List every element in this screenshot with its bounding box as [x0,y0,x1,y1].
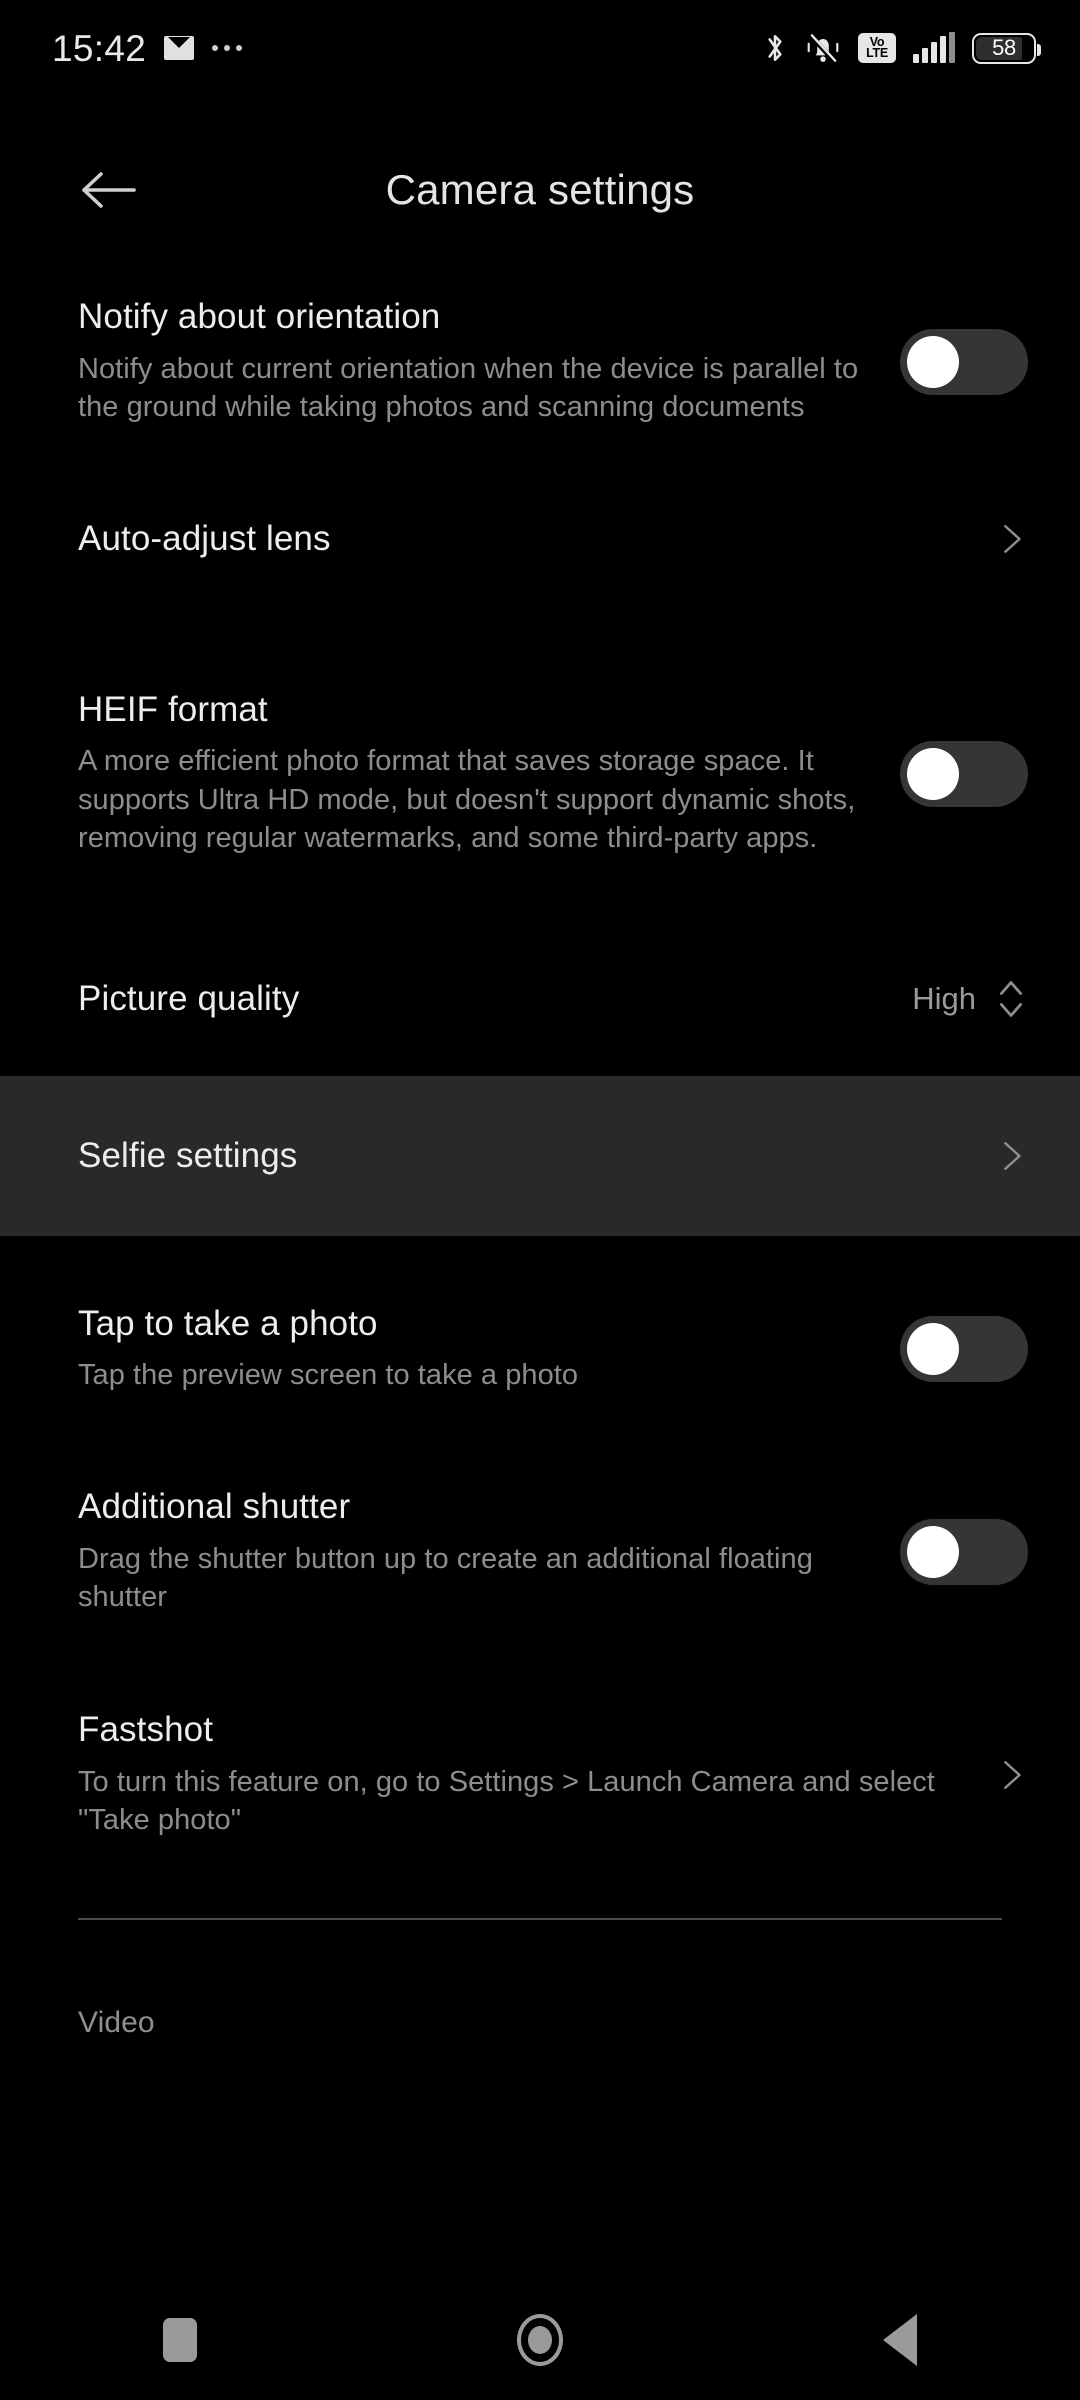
row-spacer [0,1058,1080,1076]
toggle-knob [907,1526,959,1578]
battery-icon: 58 [972,32,1041,64]
row-spacer [0,1880,1080,1918]
setting-title: Selfie settings [78,1135,298,1175]
row-spacer [0,1434,1080,1452]
setting-text-block: Picture quality [78,979,912,1019]
nav-recents-button[interactable] [80,2280,280,2400]
row-spacer [0,462,1080,480]
setting-subtitle: To turn this feature on, go to Settings … [78,1765,935,1837]
section-header-video: Video [78,2006,155,2039]
system-navigation-bar [0,2280,1080,2400]
bell-muted-icon [807,33,839,65]
setting-text-block: HEIF format A more efficient photo forma… [78,690,900,858]
setting-title: Additional shutter [78,1487,351,1527]
setting-text-block: Tap to take a photo Tap the preview scre… [78,1304,900,1395]
row-spacer [0,922,1080,940]
app-bar: Camera settings [0,140,1080,240]
setting-text-block: Fastshot To turn this feature on, go to … [78,1710,994,1839]
row-spacer [0,598,1080,626]
row-spacer [0,1236,1080,1264]
setting-text-block: Selfie settings [78,1136,994,1176]
picture-quality-value: High [912,981,976,1016]
arrow-left-icon [82,172,136,208]
setting-title: Tap to take a photo [78,1303,378,1343]
nav-home-button[interactable] [440,2280,640,2400]
setting-text-block: Additional shutter Drag the shutter butt… [78,1487,900,1616]
setting-text-block: Auto-adjust lens [78,519,994,559]
toggle-tap-to-take-photo[interactable] [900,1316,1028,1382]
setting-title: Fastshot [78,1710,214,1750]
setting-row-notify-orientation[interactable]: Notify about orientation Notify about cu… [0,262,1080,462]
signal-bars-icon [913,32,955,63]
setting-row-tap-to-take-photo[interactable]: Tap to take a photo Tap the preview scre… [0,1264,1080,1434]
status-bar-left: 15:42 [52,27,243,69]
setting-row-picture-quality[interactable]: Picture quality High [0,940,1080,1058]
setting-title: Auto-adjust lens [78,518,331,558]
more-dots-icon [212,45,243,51]
nav-back-button[interactable] [800,2280,1000,2400]
volte-icon: Vo LTE [858,33,896,63]
row-spacer [0,1652,1080,1670]
status-bar-right: Vo LTE 58 [762,31,1041,65]
setting-text-block: Notify about orientation Notify about cu… [78,297,900,426]
setting-title: Notify about orientation [78,297,441,337]
toggle-knob [907,1323,959,1375]
setting-subtitle: Notify about current orientation when th… [78,352,859,424]
volte-bottom-label: LTE [866,46,888,60]
status-bar: 15:42 Vo LTE 58 [0,0,1080,96]
status-bar-clock: 15:42 [52,27,147,69]
chevron-right-icon [1004,525,1021,553]
toggle-knob [907,748,959,800]
bluetooth-icon [768,35,782,61]
setting-row-heif-format[interactable]: HEIF format A more efficient photo forma… [0,626,1080,922]
mail-icon [164,36,195,60]
toggle-additional-shutter[interactable] [900,1519,1028,1585]
square-recents-icon [163,2318,197,2362]
setting-title: HEIF format [78,690,268,730]
triangle-back-icon [883,2314,917,2366]
setting-title: Picture quality [78,978,300,1018]
toggle-heif-format[interactable] [900,741,1028,807]
setting-row-selfie-settings[interactable]: Selfie settings [0,1076,1080,1236]
toggle-knob [907,336,959,388]
setting-row-auto-adjust-lens[interactable]: Auto-adjust lens [0,480,1080,598]
chevron-right-icon [1004,1142,1021,1170]
circle-home-icon [517,2314,563,2366]
row-spacer [0,1920,1080,2006]
setting-subtitle: Drag the shutter button up to create an … [78,1542,813,1614]
setting-subtitle: A more efficient photo format that saves… [78,745,856,855]
toggle-notify-orientation[interactable] [900,329,1028,395]
settings-list: Notify about orientation Notify about cu… [0,262,1080,2040]
setting-row-fastshot[interactable]: Fastshot To turn this feature on, go to … [0,1670,1080,1880]
setting-row-additional-shutter[interactable]: Additional shutter Drag the shutter butt… [0,1452,1080,1652]
chevron-right-icon [1004,1761,1021,1789]
back-button[interactable] [54,140,164,240]
battery-level-label: 58 [992,35,1016,60]
chevron-up-down-icon[interactable] [994,977,1028,1021]
setting-subtitle: Tap the preview screen to take a photo [78,1358,579,1391]
